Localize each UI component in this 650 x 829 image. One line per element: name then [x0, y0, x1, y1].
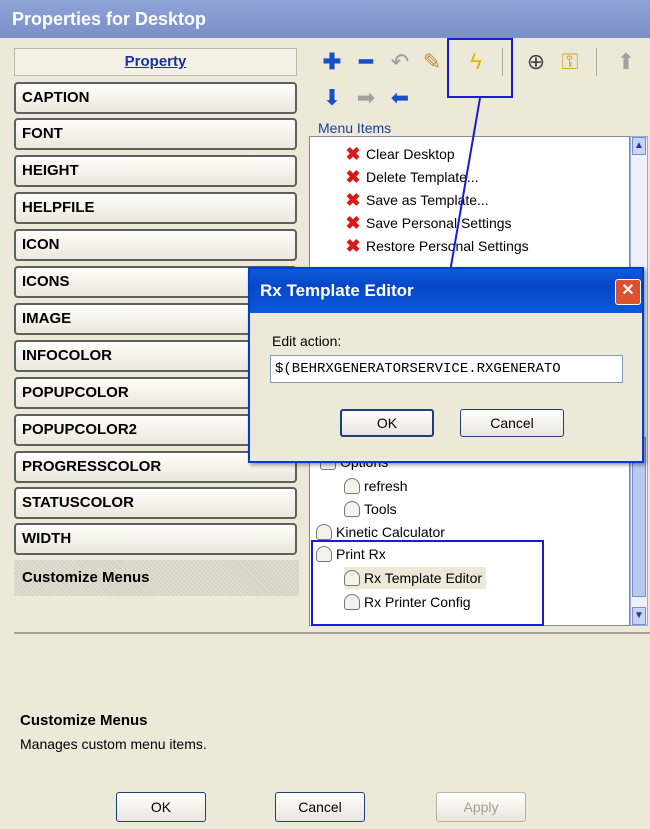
menu-item-tools[interactable]: Tools — [344, 498, 397, 520]
annotation-highlight-print-rx — [311, 540, 544, 626]
lock-icon — [316, 524, 332, 540]
dialog-title: Rx Template Editor — [250, 269, 642, 313]
up-arrow-icon[interactable]: ⬆ — [612, 48, 640, 76]
property-helpfile[interactable]: HELPFILE — [14, 192, 297, 224]
ok-button[interactable]: OK — [116, 792, 206, 822]
lock-icon — [344, 501, 360, 517]
dialog-ok-button[interactable]: OK — [340, 409, 434, 437]
property-font[interactable]: FONT — [14, 118, 297, 150]
rx-template-editor-dialog: Rx Template Editor ✕ Edit action: OK Can… — [248, 267, 644, 463]
property-caption[interactable]: CAPTION — [14, 82, 297, 114]
property-list-empty — [14, 596, 299, 626]
lock-icon — [344, 478, 360, 494]
close-icon[interactable]: ✕ — [615, 279, 641, 305]
cancel-button[interactable]: Cancel — [275, 792, 365, 822]
annotation-highlight-toolbar — [447, 38, 513, 98]
right-arrow-icon[interactable]: ➡ — [352, 84, 380, 112]
lock-icon[interactable]: ⊕ — [522, 48, 550, 76]
x-icon: ✖ — [345, 189, 361, 210]
window-title: Properties for Desktop — [0, 0, 650, 38]
key-icon[interactable]: ⚿ — [556, 48, 584, 76]
description-title: Customize Menus — [20, 712, 148, 729]
property-statuscolor[interactable]: STATUSCOLOR — [14, 487, 297, 519]
scroll-down-icon[interactable]: ▼ — [632, 607, 646, 625]
menu-item-refresh[interactable]: refresh — [344, 475, 408, 497]
add-icon[interactable]: ✚ — [318, 48, 346, 76]
x-icon: ✖ — [345, 143, 361, 164]
undo-icon[interactable]: ↶ — [386, 48, 414, 76]
edit-action-input[interactable] — [270, 355, 623, 383]
scroll-up-icon[interactable]: ▲ — [632, 137, 646, 155]
property-icon[interactable]: ICON — [14, 229, 297, 261]
remove-icon[interactable]: ━ — [352, 48, 380, 76]
property-height[interactable]: HEIGHT — [14, 155, 297, 187]
edit-action-label: Edit action: — [272, 333, 342, 349]
down-arrow-icon[interactable]: ⬇ — [318, 84, 346, 112]
property-header[interactable]: Property — [14, 48, 297, 76]
dialog-cancel-button[interactable]: Cancel — [460, 409, 564, 437]
description-text: Manages custom menu items. — [20, 736, 207, 752]
x-icon: ✖ — [345, 235, 361, 256]
x-icon: ✖ — [345, 166, 361, 187]
apply-button[interactable]: Apply — [436, 792, 526, 822]
property-customize-menus[interactable]: Customize Menus — [14, 560, 299, 596]
x-icon: ✖ — [345, 212, 361, 233]
property-width[interactable]: WIDTH — [14, 523, 297, 555]
edit-icon[interactable]: ✎ — [418, 48, 446, 76]
